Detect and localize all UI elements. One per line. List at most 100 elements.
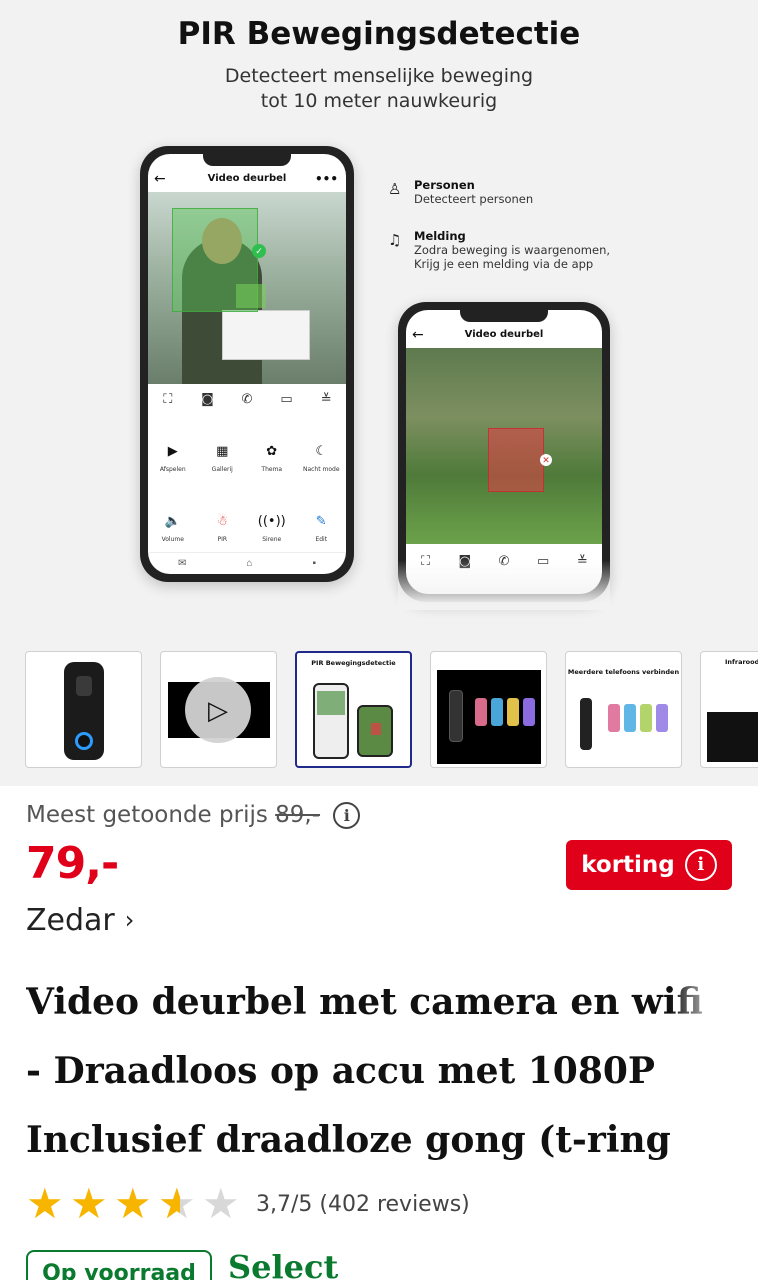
star-icon: ★ bbox=[202, 1180, 240, 1227]
star-icon: ★ bbox=[26, 1180, 64, 1227]
current-price: 79,- bbox=[26, 838, 119, 889]
brand-link[interactable]: Zedar › bbox=[26, 903, 134, 938]
chevron-right-icon: › bbox=[124, 906, 135, 934]
video-icon: ▭ bbox=[280, 392, 293, 407]
more-icon: ••• bbox=[314, 172, 338, 186]
app-feature-sirene: ((•)) Sirene bbox=[249, 514, 295, 544]
app-feature-edit: ✎ Edit bbox=[298, 514, 344, 544]
phone-notch bbox=[203, 154, 291, 166]
mini-phone bbox=[475, 698, 487, 726]
thumbnail-multi-phone-dark[interactable]: Meerdere telefoons verbinden bbox=[430, 651, 547, 768]
hero-title: PIR Bewegingsdetectie bbox=[177, 16, 581, 52]
app-feature-icon: ▶ bbox=[167, 444, 178, 459]
app-feature-label: PIR bbox=[217, 536, 228, 543]
feature-grid-row-1: ▶ Afspelen ▦ Gallerij ✿ Thema ☾ Nacht mode bbox=[148, 444, 346, 474]
rating[interactable]: ★ ★ ★ ★ ★ 3,7/5 (402 reviews) bbox=[26, 1180, 470, 1227]
detection-box-red bbox=[488, 428, 544, 492]
app-feature-pir: ☃ PIR bbox=[199, 514, 245, 544]
thumbnail-caption: PIR Bewegingsdetectie bbox=[311, 659, 396, 667]
star-icon: ★ bbox=[114, 1180, 152, 1227]
thumbnail-infrared[interactable]: Infrarood bbox=[700, 651, 758, 768]
grid-icon: ▪ bbox=[312, 558, 316, 569]
camera-feed-garden: ✕ bbox=[406, 348, 602, 544]
discount-label: korting bbox=[581, 852, 675, 878]
doorbell-mini bbox=[449, 690, 463, 742]
brand-name: Zedar bbox=[26, 903, 115, 938]
mini-phone bbox=[491, 698, 503, 726]
app-feature-icon: ((•)) bbox=[257, 514, 286, 529]
app-feature-label: Edit bbox=[315, 536, 328, 543]
hero-subtitle: Detecteert menselijke beweging tot 10 me… bbox=[224, 65, 534, 112]
doorbell-button bbox=[75, 732, 93, 750]
star-icon: ★ bbox=[70, 1180, 108, 1227]
app-feature-label: Volume bbox=[161, 536, 184, 543]
info-icon[interactable]: i bbox=[684, 849, 717, 881]
mini-phone bbox=[313, 683, 349, 759]
back-arrow-icon: ← bbox=[154, 171, 166, 187]
mail-icon: ✉ bbox=[178, 558, 187, 569]
app-feature-gallerij: ▦ Gallerij bbox=[199, 444, 245, 474]
phone-mockup-secondary: ← Video deurbel ✕ ⛶ ◙ ✆ ▭ ≚ bbox=[398, 302, 610, 602]
parcel-box bbox=[222, 310, 310, 360]
phone-notch bbox=[460, 310, 548, 322]
product-title-line: Video deurbel met camera en wifi bbox=[26, 981, 703, 1023]
reference-price-old: 89,- bbox=[275, 802, 321, 828]
scan-icon: ⛶ bbox=[163, 392, 173, 407]
back-arrow-icon: ← bbox=[412, 327, 424, 343]
thumbnail-caption: Infrarood bbox=[725, 658, 758, 666]
mini-phone bbox=[624, 704, 636, 732]
thumbnail-caption: Meerdere telefoons verbinden bbox=[567, 668, 680, 676]
thumbnail-strip: ▷ PIR Bewegingsdetectie Meerdere telefoo… bbox=[0, 636, 758, 786]
app-feature-icon: ▦ bbox=[216, 444, 229, 459]
app-feature-label: Thema bbox=[261, 466, 283, 473]
app-feature-label: Sirene bbox=[262, 536, 282, 543]
mini-phone bbox=[640, 704, 652, 732]
mini-phone bbox=[523, 698, 535, 726]
thumbnail-caption: Meerdere telefoons verbinden bbox=[432, 658, 545, 666]
info-icon[interactable]: i bbox=[333, 802, 361, 829]
play-icon[interactable]: ▷ bbox=[185, 677, 251, 743]
product-title-line: - Draadloos op accu met 1080P bbox=[26, 1050, 655, 1092]
mini-phone bbox=[357, 705, 393, 757]
app-feature-icon: 🔈 bbox=[164, 514, 181, 529]
thumbnail-doorbell[interactable] bbox=[25, 651, 142, 768]
app-feature-icon: ☾ bbox=[315, 444, 328, 459]
app-feature-icon: ✎ bbox=[315, 514, 327, 529]
star-icon: ★ bbox=[158, 1182, 202, 1227]
camera-controls: ⛶ ◙ ✆ ▭ ≚ bbox=[148, 392, 346, 407]
check-icon: ✓ bbox=[252, 244, 266, 258]
app-feature-label: Gallerij bbox=[211, 466, 233, 473]
product-image-main[interactable]: PIR Bewegingsdetectie Detecteert menseli… bbox=[0, 0, 758, 636]
app-title: Video deurbel bbox=[464, 329, 544, 340]
product-title: Video deurbel met camera en wifi - Draad… bbox=[26, 968, 726, 1175]
doorbell-mini bbox=[580, 698, 592, 750]
phone-bottom-nav: ✉ ⌂ ▪ bbox=[148, 552, 346, 574]
thumbnail-video[interactable]: ▷ bbox=[160, 651, 277, 768]
thumbnail-multi-phone-light[interactable]: Meerdere telefoons verbinden bbox=[565, 651, 682, 768]
app-feature-nacht-mode: ☾ Nacht mode bbox=[298, 444, 344, 474]
stock-badge: Op voorraad bbox=[26, 1250, 212, 1280]
phone-screen: ← Video deurbel ••• ✓ ⛶ ◙ ✆ ▭ ≚ ▶ Afspele… bbox=[148, 154, 346, 574]
phone-fade bbox=[398, 560, 610, 610]
collapse-icon: ≚ bbox=[320, 392, 332, 407]
detection-box-parcel bbox=[236, 284, 266, 308]
phone-icon: ✆ bbox=[241, 392, 253, 407]
cross-icon: ✕ bbox=[540, 454, 552, 466]
product-title-line: Inclusief draadloze gong (t-ring bbox=[26, 1119, 671, 1161]
app-bar: ← Video deurbel ••• bbox=[148, 166, 346, 192]
camera-feed-person: ✓ bbox=[148, 192, 346, 384]
select-label[interactable]: Select bbox=[228, 1248, 338, 1280]
bell-icon: ♫ bbox=[388, 231, 402, 249]
phone-mockup-primary: ← Video deurbel ••• ✓ ⛶ ◙ ✆ ▭ ≚ ▶ Afspele… bbox=[140, 146, 354, 582]
thumbnail-pir[interactable]: PIR Bewegingsdetectie bbox=[295, 651, 412, 768]
app-feature-afspelen: ▶ Afspelen bbox=[150, 444, 196, 474]
discount-badge[interactable]: korting i bbox=[566, 840, 732, 890]
feature-heading: Melding bbox=[414, 229, 466, 243]
rating-text[interactable]: 3,7/5 (402 reviews) bbox=[256, 1192, 470, 1217]
feature-heading: Personen bbox=[414, 178, 475, 192]
doorbell-lens bbox=[76, 676, 92, 696]
reference-price-label: Meest getoonde prijs bbox=[26, 802, 268, 828]
app-feature-label: Nacht mode bbox=[302, 466, 340, 473]
app-feature-thema: ✿ Thema bbox=[249, 444, 295, 474]
infrared-image bbox=[707, 712, 758, 762]
